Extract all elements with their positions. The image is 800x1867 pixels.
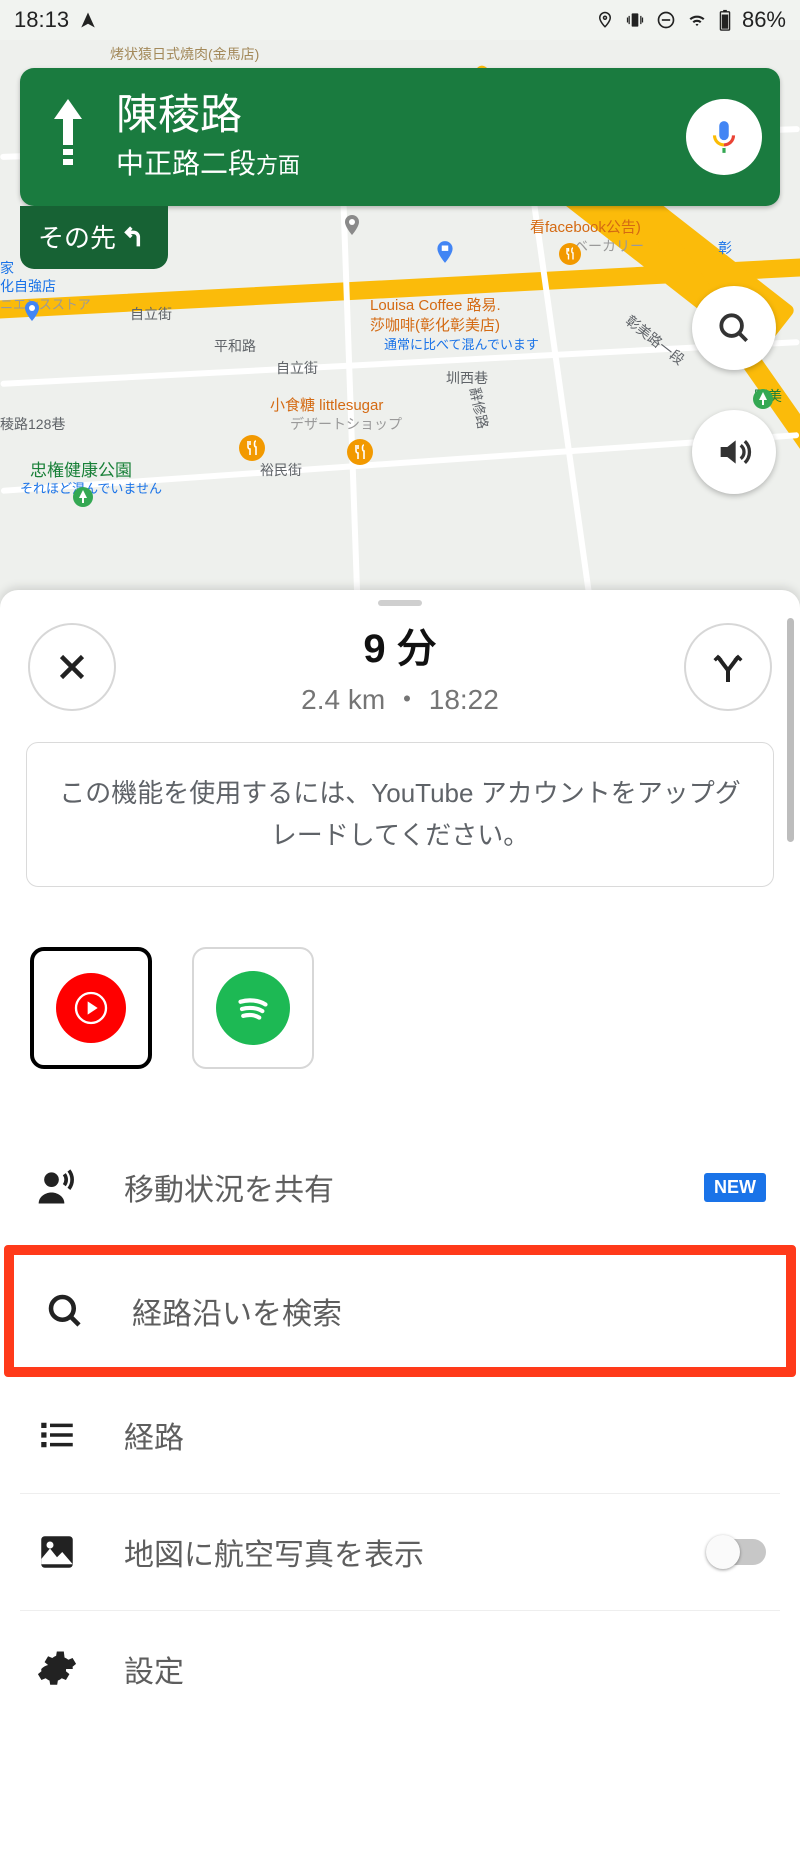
street-label: 平和路 (214, 336, 256, 356)
route-label: 経路 (124, 1413, 766, 1457)
map-poi-sub: デザートショップ (290, 414, 402, 434)
speaker-icon (714, 432, 754, 472)
dnd-icon (656, 10, 676, 30)
spotify-tile[interactable] (192, 947, 314, 1069)
map-poi-label: 小食糖 littlesugar (270, 394, 383, 415)
eta-time: 9 分 (301, 616, 499, 674)
youtube-music-icon (56, 973, 126, 1043)
bottom-sheet[interactable]: 9 分 2.4 km ・ 18:22 この機能を使用するには、YouTube ア… (0, 590, 800, 1867)
map-sound-button[interactable] (692, 410, 776, 494)
search-along-route-label: 経路沿いを検索 (132, 1289, 758, 1333)
map-poi-label: Louisa Coffee 路易. (370, 294, 501, 315)
search-icon (42, 1290, 88, 1332)
map-pin-icon (432, 236, 458, 275)
street-label: 裕民街 (260, 460, 302, 480)
spotify-icon (216, 971, 290, 1045)
close-icon (54, 649, 90, 685)
battery-percent: 86% (742, 7, 786, 33)
satellite-label: 地図に航空写真を表示 (124, 1530, 664, 1574)
share-trip-label: 移動状況を共有 (124, 1165, 660, 1209)
voice-search-button[interactable] (686, 99, 762, 175)
street-label: 辭修路 (465, 385, 493, 430)
map-poi-label: 化自強店 (0, 276, 56, 296)
navigation-instruction-card[interactable]: 陳稜路 中正路二段方面 (20, 68, 780, 206)
nav-street-name: 陳稜路 (116, 92, 686, 138)
map-poi-label: 彰 (718, 238, 732, 258)
location-icon (596, 10, 614, 30)
park-pin-icon (752, 388, 774, 410)
vibrate-icon (624, 10, 646, 30)
eta-detail: 2.4 km ・ 18:22 (301, 678, 499, 718)
search-along-route-highlight: 経路沿いを検索 (4, 1245, 796, 1377)
map-search-button[interactable] (692, 286, 776, 370)
turn-left-icon (122, 223, 150, 251)
search-along-route-menu-item[interactable]: 経路沿いを検索 (14, 1255, 786, 1367)
scroll-indicator[interactable] (787, 618, 794, 842)
battery-icon (718, 9, 732, 31)
next-instruction-label: その先 (38, 218, 116, 255)
map-pin-icon (20, 296, 44, 333)
map-pin-icon (340, 210, 364, 247)
status-bar: 18:13 86% (0, 0, 800, 40)
settings-menu-item[interactable]: 設定 (20, 1611, 780, 1727)
map-poi-label: 莎咖啡(彰化彰美店) (370, 314, 500, 335)
restaurant-pin-icon (346, 438, 374, 466)
settings-label: 設定 (124, 1647, 766, 1691)
street-label: 稜路128巷 (0, 414, 65, 434)
microphone-icon (705, 118, 743, 156)
map-poi-sub: ベーカリー (574, 236, 644, 256)
route-menu-item[interactable]: 経路 (20, 1377, 780, 1494)
alternate-routes-button[interactable] (684, 623, 772, 711)
new-badge: NEW (704, 1173, 766, 1202)
wifi-icon (686, 11, 708, 29)
youtube-music-tile[interactable] (30, 947, 152, 1069)
map-poi-label: 看facebook公告) (530, 216, 641, 237)
next-instruction-tab[interactable]: その先 (20, 206, 168, 269)
nav-toward: 中正路二段方面 (116, 142, 686, 182)
satellite-icon (34, 1531, 80, 1573)
park-pin-icon (72, 486, 94, 508)
list-icon (34, 1414, 80, 1456)
status-time: 18:13 (14, 7, 69, 33)
map-poi-label: 家 (0, 258, 14, 278)
restaurant-pin-icon (238, 434, 266, 462)
map-poi-busy: 通常に比べて混んでいます (384, 334, 539, 353)
street-label: 自立街 (276, 358, 318, 378)
close-navigation-button[interactable] (28, 623, 116, 711)
search-icon (715, 309, 753, 347)
restaurant-pin-icon (558, 242, 582, 266)
satellite-menu-item[interactable]: 地図に航空写真を表示 (20, 1494, 780, 1611)
share-person-icon (34, 1165, 80, 1209)
gear-icon (34, 1648, 80, 1690)
split-arrows-icon (708, 647, 748, 687)
map-poi-label: 烤状猿日式燒肉(金馬店) (110, 44, 259, 64)
share-trip-menu-item[interactable]: 移動状況を共有 NEW (20, 1129, 780, 1245)
navigation-indicator-icon (79, 11, 97, 29)
street-label: 彰美路一段 (621, 311, 688, 370)
street-label: 自立街 (130, 304, 172, 324)
straight-arrow-icon (38, 97, 98, 177)
youtube-upgrade-notice: この機能を使用するには、YouTube アカウントをアップグレードしてください。 (26, 742, 774, 887)
satellite-toggle[interactable] (708, 1539, 766, 1565)
media-app-row (20, 887, 780, 1099)
map-poi-sub: ニエンスストア (0, 294, 91, 313)
